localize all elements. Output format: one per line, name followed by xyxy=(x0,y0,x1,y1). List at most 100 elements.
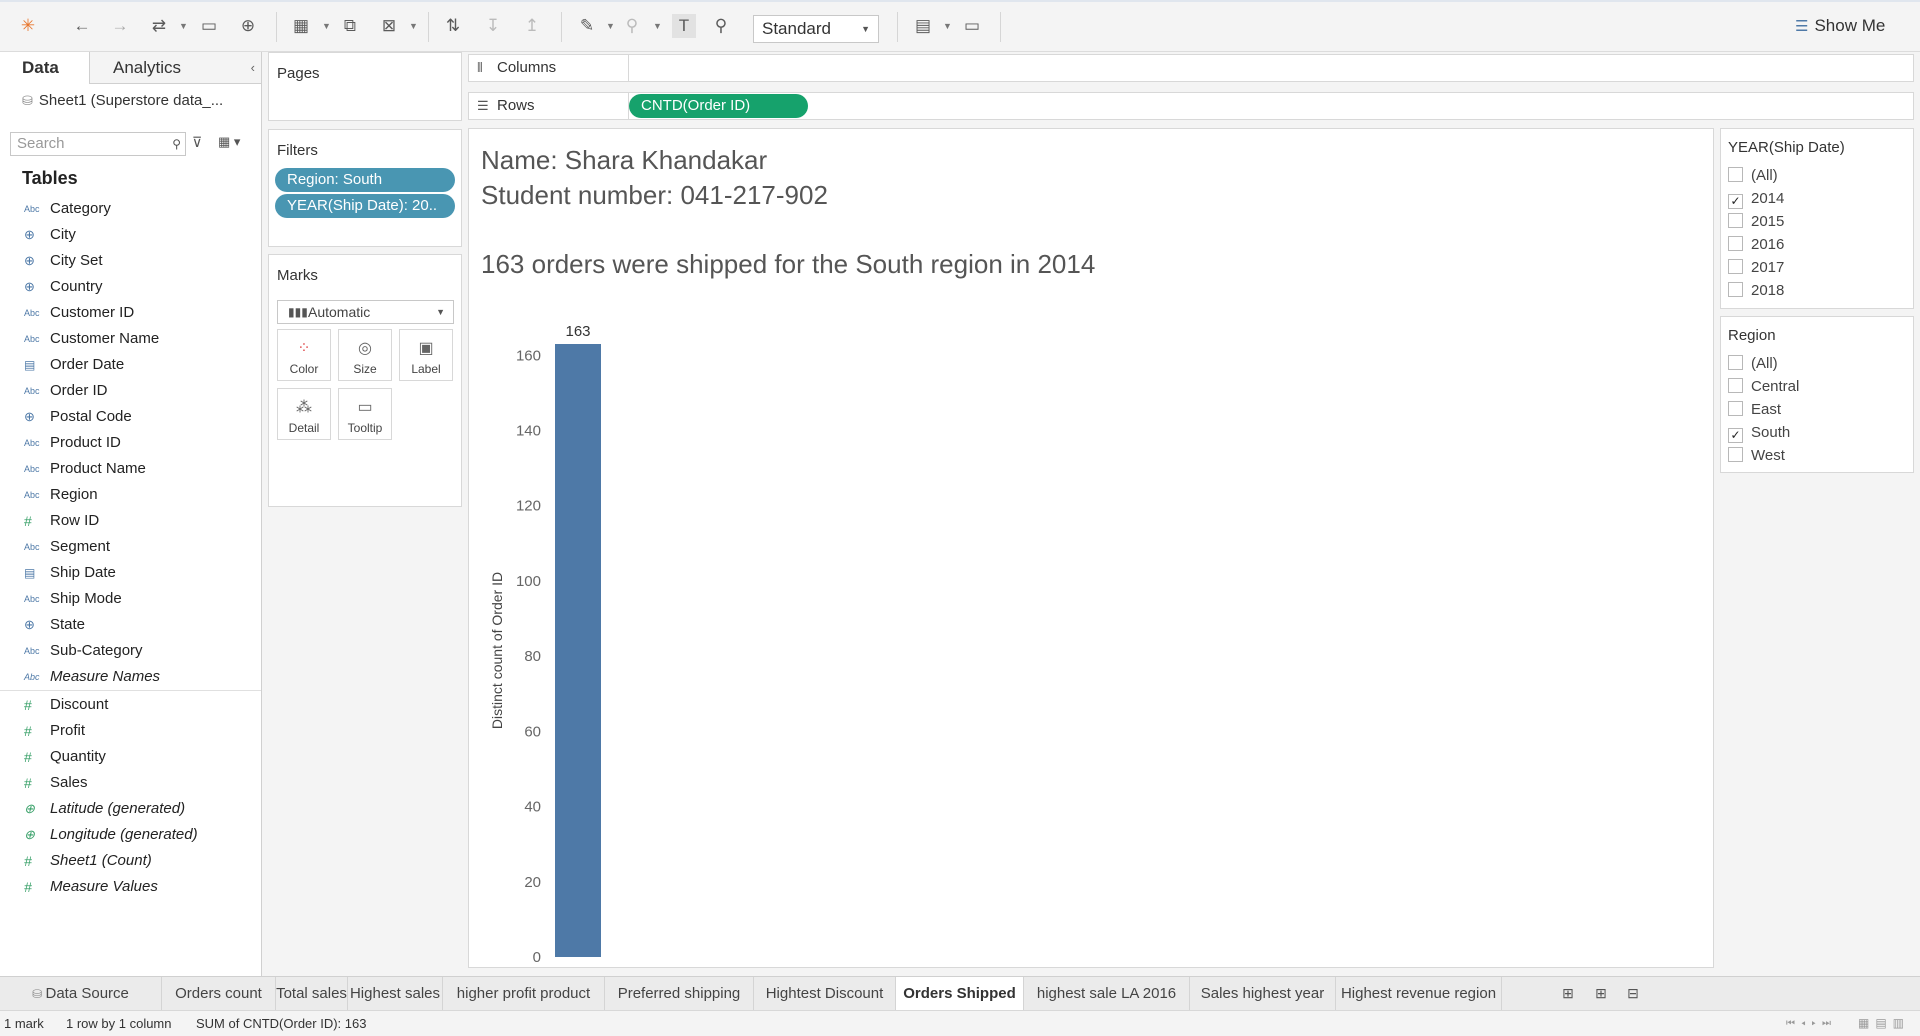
duplicate-sheet-icon[interactable]: ⧉ xyxy=(338,14,362,38)
columns-shelf[interactable]: ⦀ Columns xyxy=(468,54,1914,82)
checkbox-icon[interactable] xyxy=(1728,236,1743,251)
checkbox-icon[interactable] xyxy=(1728,167,1743,182)
view-options-icon[interactable]: ▦ ▾ xyxy=(218,134,240,150)
swap-rows-columns-icon[interactable]: ⇅ xyxy=(441,14,465,38)
field-item[interactable]: ▤ Order Date xyxy=(0,352,261,378)
search-field[interactable]: Search ⚲ xyxy=(10,132,186,156)
checkbox-icon[interactable] xyxy=(1728,259,1743,274)
field-item[interactable]: ▤ Ship Date xyxy=(0,560,261,586)
checkbox-icon[interactable] xyxy=(1728,355,1743,370)
pages-card[interactable]: Pages xyxy=(268,52,462,121)
detail-button[interactable]: ⁂ Detail xyxy=(277,388,331,440)
sheet-tab[interactable]: Orders count xyxy=(162,977,276,1010)
checkbox-icon[interactable] xyxy=(1728,401,1743,416)
label-button[interactable]: ▣ Label xyxy=(399,329,453,381)
year-filter-option[interactable]: 2015 xyxy=(1728,210,1784,233)
sheet-tab[interactable]: Sales highest year xyxy=(1190,977,1336,1010)
sheet-tab[interactable]: Total sales xyxy=(276,977,348,1010)
field-item[interactable]: Abc Product Name xyxy=(0,456,261,482)
field-item[interactable]: Abc Product ID xyxy=(0,430,261,456)
sheet-tab[interactable]: Hightest Discount xyxy=(754,977,896,1010)
fix-axes-icon[interactable]: ⚲ xyxy=(709,14,733,38)
field-item[interactable]: # Sales xyxy=(0,770,261,796)
field-item[interactable]: # Measure Values xyxy=(0,874,261,900)
new-story-tab-icon[interactable]: ⊟ xyxy=(1618,977,1648,1010)
sheet-tab[interactable]: highest sale LA 2016 xyxy=(1024,977,1190,1010)
sort-ascending-icon[interactable]: ↧ xyxy=(481,14,505,38)
rows-shelf[interactable]: ☰ Rows CNTD(Order ID) xyxy=(468,92,1914,120)
tab-data[interactable]: Data xyxy=(0,52,90,84)
field-item[interactable]: Abc Sub-Category xyxy=(0,638,261,664)
region-filter-option[interactable]: Central xyxy=(1728,375,1799,398)
redo-icon[interactable]: → xyxy=(108,14,132,38)
sheet-navigation-icon[interactable]: ⏮◂▸⏭ xyxy=(1786,1011,1837,1036)
year-filter-option[interactable]: ✓ 2014 xyxy=(1728,187,1784,210)
field-item[interactable]: # Row ID xyxy=(0,508,261,534)
bar-chart[interactable]: Distinct count of Order ID 0 20 40 60 80 100 12… xyxy=(469,129,1713,967)
new-dashboard-tab-icon[interactable]: ⊞ xyxy=(1586,977,1616,1010)
color-button[interactable]: ⁘ Color xyxy=(277,329,331,381)
region-filter-option[interactable]: East xyxy=(1728,398,1781,421)
group-members-icon[interactable]: ⚲ xyxy=(620,14,644,38)
year-filter-option[interactable]: 2017 xyxy=(1728,256,1784,279)
field-item[interactable]: # Discount xyxy=(0,692,261,718)
filter-pill-region[interactable]: Region: South xyxy=(275,168,455,192)
field-item[interactable]: Abc Measure Names xyxy=(0,664,261,690)
show-mark-labels-icon[interactable]: T xyxy=(672,14,696,38)
show-cards-icon[interactable]: ▤ xyxy=(911,14,935,38)
field-item[interactable]: # Profit xyxy=(0,718,261,744)
field-item[interactable]: # Quantity xyxy=(0,744,261,770)
sheet-tab[interactable]: higher profit product xyxy=(443,977,605,1010)
collapse-pane-icon[interactable]: ‹ xyxy=(251,52,255,84)
bar[interactable] xyxy=(555,344,601,957)
replay-dropdown-icon[interactable]: ▼ xyxy=(179,16,188,36)
fit-select[interactable]: Standard ▼ xyxy=(753,15,879,43)
field-item[interactable]: ⊕ City Set xyxy=(0,248,261,274)
filter-icon[interactable]: ⊽ xyxy=(192,134,202,151)
field-item[interactable]: Abc Segment xyxy=(0,534,261,560)
filters-card[interactable]: Filters Region: South YEAR(Ship Date): 2… xyxy=(268,129,462,247)
data-source-tab[interactable]: ⛁ Data Source xyxy=(0,977,162,1010)
view-mode-icons[interactable]: ▦▤▥ xyxy=(1858,1011,1910,1036)
highlight-icon[interactable]: ✎ xyxy=(575,14,599,38)
data-source-item[interactable]: ⛁ Sheet1 (Superstore data_... xyxy=(22,92,223,109)
sheet-tab[interactable]: Highest sales xyxy=(348,977,443,1010)
field-item[interactable]: Abc Region xyxy=(0,482,261,508)
clear-sheet-icon[interactable]: ⊠ xyxy=(377,14,401,38)
year-filter-option[interactable]: 2016 xyxy=(1728,233,1784,256)
field-item[interactable]: Abc Customer Name xyxy=(0,326,261,352)
year-filter-option[interactable]: (All) xyxy=(1728,164,1778,187)
new-worksheet-tab-icon[interactable]: ⊞ xyxy=(1553,977,1583,1010)
new-worksheet-icon[interactable]: ▦ xyxy=(289,14,313,38)
field-item[interactable]: Abc Category xyxy=(0,196,261,222)
year-filter-option[interactable]: 2018 xyxy=(1728,279,1784,302)
sheet-tab[interactable]: Orders Shipped xyxy=(896,977,1024,1010)
field-item[interactable]: # Sheet1 (Count) xyxy=(0,848,261,874)
save-icon[interactable]: ▭ xyxy=(197,14,221,38)
field-item[interactable]: Abc Customer ID xyxy=(0,300,261,326)
field-item[interactable]: ⊕ Postal Code xyxy=(0,404,261,430)
sheet-tab[interactable]: Preferred shipping xyxy=(605,977,754,1010)
checkbox-icon[interactable] xyxy=(1728,378,1743,393)
group-dropdown-icon[interactable]: ▼ xyxy=(653,16,662,36)
new-data-source-icon[interactable]: ⊕ xyxy=(236,14,260,38)
tableau-logo-icon[interactable]: ✳ xyxy=(16,14,40,38)
filter-pill-year[interactable]: YEAR(Ship Date): 20.. xyxy=(275,194,455,218)
field-item[interactable]: Abc Order ID xyxy=(0,378,261,404)
undo-icon[interactable]: ← xyxy=(70,14,94,38)
field-item[interactable]: ⊕ Latitude (generated) xyxy=(0,796,261,822)
field-item[interactable]: ⊕ City xyxy=(0,222,261,248)
region-filter-option[interactable]: (All) xyxy=(1728,352,1778,375)
field-item[interactable]: ⊕ State xyxy=(0,612,261,638)
replay-icon[interactable]: ⇄ xyxy=(147,14,171,38)
sort-descending-icon[interactable]: ↥ xyxy=(520,14,544,38)
highlight-dropdown-icon[interactable]: ▼ xyxy=(606,16,615,36)
size-button[interactable]: ◎ Size xyxy=(338,329,392,381)
mark-type-select[interactable]: ▮▮▮ Automatic ▼ xyxy=(277,300,454,324)
show-me-button[interactable]: ☰ Show Me xyxy=(1795,16,1885,36)
field-item[interactable]: ⊕ Country xyxy=(0,274,261,300)
field-item[interactable]: Abc Ship Mode xyxy=(0,586,261,612)
region-filter-option[interactable]: ✓ South xyxy=(1728,421,1790,444)
region-filter-option[interactable]: West xyxy=(1728,444,1785,467)
clear-sheet-dropdown-icon[interactable]: ▼ xyxy=(409,16,418,36)
